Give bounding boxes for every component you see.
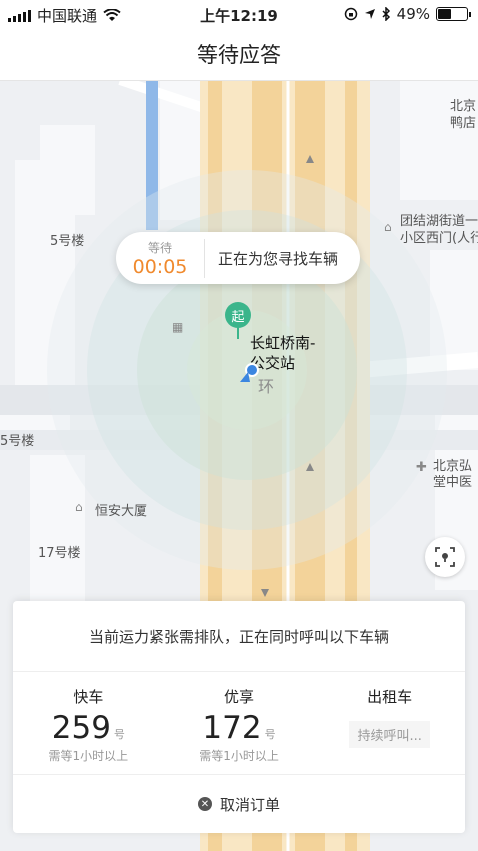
wait-timer: 等待 00:05 — [116, 238, 205, 278]
option-name: 优享 — [224, 688, 255, 706]
map-label-yadian: 鸭店 — [450, 116, 477, 131]
option-name: 出租车 — [367, 688, 413, 706]
map-poi-icon-2: ⌂ — [384, 220, 392, 234]
stop-name-line1: 长虹桥南- — [250, 334, 316, 352]
queue-number: 172 — [202, 710, 262, 746]
location-arrow-icon — [364, 9, 375, 19]
option-premium: 优享 172 号 需等1小时以上 — [164, 672, 315, 774]
car-options: 快车 259 号 需等1小时以上 优享 172 号 需等1小时以上 出租车 持续呼叫… — [13, 672, 465, 775]
queue-number: 259 — [51, 710, 111, 746]
queue-notice: 当前运力紧张需排队，正在同时呼叫以下车辆 — [13, 601, 465, 672]
battery-percent: 49% — [396, 5, 430, 23]
map-poi-icon: ▦ — [172, 320, 184, 334]
close-icon: ✕ — [197, 797, 212, 811]
map-poi-icon-4: ✚ — [416, 460, 427, 475]
locate-button[interactable] — [425, 537, 465, 577]
map-label-tang-zhongyi: 堂中医 — [433, 475, 473, 490]
queue-wait-text: 需等1小时以上 — [48, 749, 129, 763]
battery-fill — [438, 9, 452, 19]
map-label-hengan-tower: 恒安大厦 — [95, 504, 148, 519]
queue-unit: 号 — [113, 728, 125, 741]
orientation-lock-icon — [344, 7, 357, 21]
taxi-calling-status: 持续呼叫... — [349, 721, 430, 748]
page-title: 等待应答 — [197, 43, 281, 67]
map-label-building-17: 17号楼 — [38, 546, 81, 561]
wait-time: 00:05 — [132, 255, 188, 278]
cancel-order-label: 取消订单 — [219, 795, 280, 814]
current-location-icon — [240, 363, 259, 382]
cancel-order-button[interactable]: ✕ 取消订单 — [13, 775, 465, 833]
queue-card: 当前运力紧张需排队，正在同时呼叫以下车辆 快车 259 号 需等1小时以上 优享 … — [13, 601, 465, 833]
nav-bar: 等待应答 — [0, 28, 478, 81]
queue-unit: 号 — [264, 728, 276, 741]
map-label-tuanjiehu-2: 小区西门(人行 — [400, 231, 478, 246]
battery-icon — [436, 7, 471, 21]
map-poi-icon-3: ⌂ — [75, 500, 83, 514]
map-label-building-5: 5号楼 — [50, 234, 85, 249]
queue-count: 172 号 — [164, 710, 315, 746]
queue-count: 259 号 — [13, 710, 164, 746]
wait-message: 正在为您寻找车辆 — [218, 249, 339, 268]
wait-label: 等待 — [147, 240, 172, 255]
start-pin-icon: 起 — [225, 302, 251, 328]
locate-icon — [435, 547, 455, 567]
status-bar: 中国联通 上午12:19 49% — [0, 0, 478, 28]
status-right-group: 49% — [344, 5, 471, 23]
option-express: 快车 259 号 需等1小时以上 — [13, 672, 164, 774]
wait-status-bubble: 等待 00:05 正在为您寻找车辆 — [116, 232, 360, 284]
start-pin-stem — [237, 327, 239, 339]
option-name: 快车 — [73, 688, 104, 706]
queue-wait-text: 需等1小时以上 — [199, 749, 279, 763]
bluetooth-icon — [382, 7, 390, 21]
option-taxi: 出租车 持续呼叫... — [314, 672, 465, 774]
map-label-building-5b: 5号楼 — [0, 434, 35, 449]
